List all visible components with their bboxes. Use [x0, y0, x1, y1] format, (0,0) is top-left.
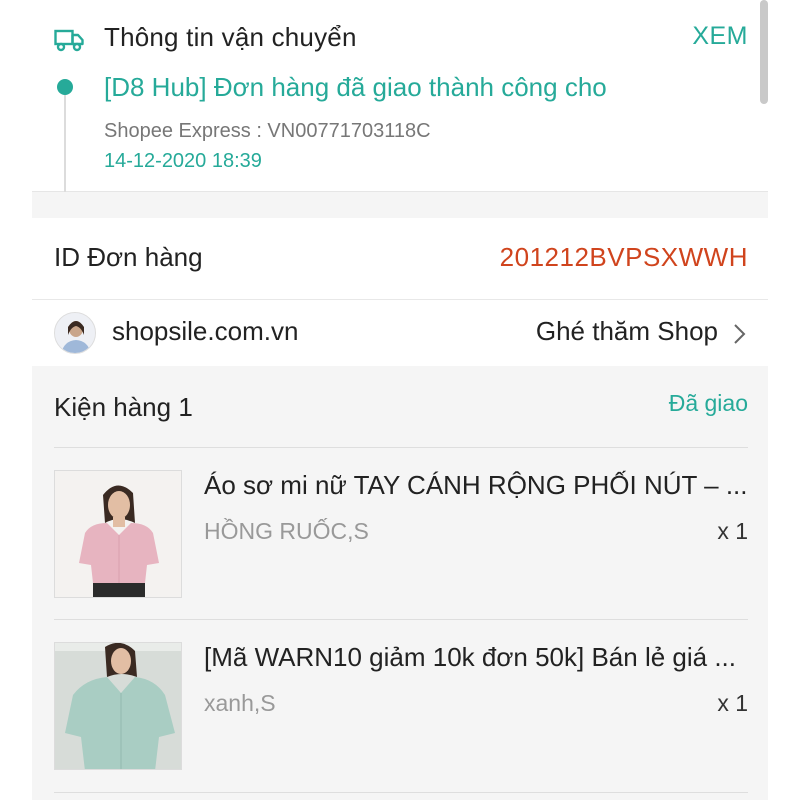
product-quantity: x 1	[717, 518, 748, 544]
visit-shop-button[interactable]: Ghé thăm Shop	[536, 316, 718, 347]
shipping-title: Thông tin vận chuyển	[104, 22, 357, 52]
package-title: Kiện hàng 1	[54, 392, 193, 422]
order-item[interactable]: [Mã WARN10 giảm 10k đơn 50k] Bán lẻ giá …	[32, 620, 768, 770]
view-shipping-button[interactable]: XEM	[692, 22, 748, 51]
divider	[54, 792, 748, 793]
order-detail-screen: Thông tin vận chuyển XEM [D8 Hub] Đơn hà…	[32, 0, 768, 800]
shop-name: shopsile.com.vn	[112, 316, 299, 346]
shipping-carrier: Shopee Express : VN00771703118C	[104, 120, 431, 142]
order-id-row: ID Đơn hàng 201212BVPSXWWH	[32, 218, 768, 300]
chevron-right-icon	[734, 324, 746, 344]
product-image	[54, 642, 182, 770]
package-section: Kiện hàng 1 Đã giao Áo sơ mi nữ TAY CÁNH…	[32, 366, 768, 800]
package-status: Đã giao	[668, 390, 748, 416]
order-item[interactable]: Áo sơ mi nữ TAY CÁNH RỘNG PHỐI NÚT – ...…	[32, 448, 768, 598]
shop-row[interactable]: shopsile.com.vn Ghé thăm Shop	[32, 300, 768, 366]
shipping-status: [D8 Hub] Đơn hàng đã giao thành công cho	[104, 72, 607, 102]
truck-icon	[54, 29, 84, 52]
product-name: [Mã WARN10 giảm 10k đơn 50k] Bán lẻ giá …	[204, 642, 736, 672]
product-name: Áo sơ mi nữ TAY CÁNH RỘNG PHỐI NÚT – ...	[204, 470, 748, 500]
product-variation: HỒNG RUỐC,S	[204, 518, 369, 544]
scrollbar[interactable]	[760, 0, 768, 104]
order-id-value[interactable]: 201212BVPSXWWH	[500, 242, 748, 273]
shop-avatar	[54, 312, 96, 354]
shipping-info-section[interactable]: Thông tin vận chuyển XEM [D8 Hub] Đơn hà…	[32, 0, 768, 192]
product-variation: xanh,S	[204, 690, 276, 716]
timeline-line	[64, 95, 66, 192]
product-image	[54, 470, 182, 598]
timeline-dot	[57, 79, 73, 95]
product-quantity: x 1	[717, 690, 748, 716]
shipping-datetime: 14-12-2020 18:39	[104, 150, 262, 172]
section-divider	[32, 192, 768, 218]
order-id-label: ID Đơn hàng	[54, 242, 203, 272]
